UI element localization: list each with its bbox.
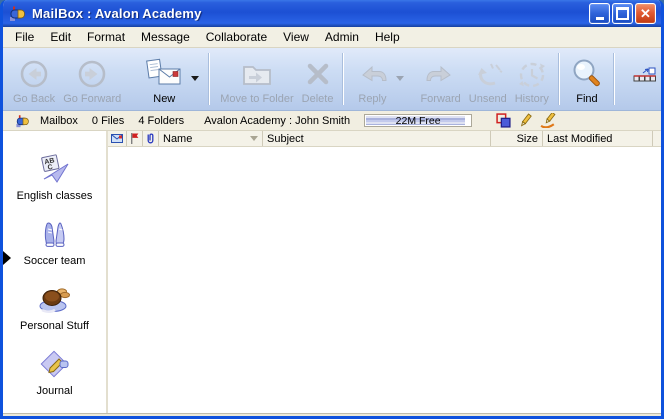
new-message-icon (143, 58, 185, 90)
close-button[interactable]: ✕ (635, 3, 656, 24)
toolbar-separator (209, 53, 210, 105)
status-bar: 4 Items. (3, 413, 661, 419)
sidebar-header-gap (3, 131, 108, 147)
list-column-header: Name Subject Size Last Modified (3, 131, 661, 147)
message-list[interactable] (108, 147, 661, 413)
unsend-arrow-icon (472, 60, 504, 90)
mailbox-app-icon (9, 5, 27, 22)
minimize-button[interactable] (589, 3, 610, 24)
folder-english-classes[interactable]: AB C English classes (3, 153, 106, 202)
reply-arrow-icon (354, 60, 390, 90)
window-title: MailBox : Avalon Academy (32, 6, 589, 21)
new-dropdown-arrow-icon[interactable] (191, 76, 199, 81)
sort-arrow-icon (250, 136, 258, 141)
delete-x-icon (303, 60, 333, 90)
menu-file[interactable]: File (7, 28, 42, 46)
files-count: 0 Files (92, 115, 124, 127)
find-magnifier-icon (570, 58, 604, 90)
folder-journal[interactable]: Journal (3, 348, 106, 397)
mailbox-icon (15, 114, 31, 128)
envelope-icon (111, 134, 123, 143)
move-to-folder-icon (239, 60, 275, 90)
menu-message[interactable]: Message (133, 28, 198, 46)
column-name[interactable]: Name (159, 131, 263, 146)
folder-soccer-team[interactable]: Soccer team (3, 218, 106, 267)
pages-overlap-icon[interactable] (496, 113, 511, 128)
menu-format[interactable]: Format (79, 28, 133, 46)
flag-icon (130, 133, 139, 144)
menu-collaborate[interactable]: Collaborate (198, 28, 275, 46)
paperclip-icon (146, 133, 155, 145)
abc-paper-plane-icon: AB C (38, 153, 72, 187)
delete-button[interactable]: Delete (298, 53, 338, 107)
pencil-icon[interactable] (519, 113, 532, 128)
toolbar-separator (343, 53, 344, 105)
column-header-tail (653, 131, 661, 146)
menu-admin[interactable]: Admin (317, 28, 367, 46)
maximize-button[interactable] (612, 3, 633, 24)
toolbar-separator (559, 53, 560, 105)
go-forward-button[interactable]: Go Forward (59, 53, 125, 107)
quota-bar: 22M Free (364, 114, 472, 127)
journal-pen-icon (38, 348, 72, 382)
sidebar-collapse-handle[interactable] (3, 250, 12, 266)
account-label: Avalon Academy : John Smith (204, 115, 350, 127)
find-button[interactable]: Find (566, 53, 608, 107)
column-attachment[interactable] (143, 131, 159, 146)
new-button[interactable]: New (139, 53, 189, 107)
forward-button[interactable]: Forward (416, 53, 464, 107)
unsend-button[interactable]: Unsend (465, 53, 511, 107)
menu-edit[interactable]: Edit (42, 28, 79, 46)
circle-arrow-left-icon (17, 60, 51, 90)
history-clock-icon (516, 60, 548, 90)
history-button[interactable]: History (511, 53, 553, 107)
column-last-modified[interactable]: Last Modified (543, 131, 653, 146)
column-size[interactable]: Size (491, 131, 543, 146)
quota-label: 22M Free (365, 115, 471, 126)
sneakers-icon (38, 218, 72, 252)
toolbar: Go Back Go Forward New (3, 48, 661, 111)
menu-help[interactable]: Help (367, 28, 408, 46)
folder-personal-stuff[interactable]: Personal Stuff (3, 283, 106, 332)
menu-view[interactable]: View (275, 28, 317, 46)
folder-sidebar: AB C English classes Soccer team (3, 147, 108, 413)
toolbar-customize-icon[interactable] (633, 67, 657, 83)
column-flag[interactable] (127, 131, 143, 146)
toolbar-separator (614, 53, 615, 105)
location-label: Mailbox (40, 115, 78, 127)
forward-arrow-icon (423, 60, 459, 90)
menu-bar: File Edit Format Message Collaborate Vie… (3, 27, 661, 48)
app-window: MailBox : Avalon Academy ✕ File Edit For… (0, 0, 664, 419)
go-back-button[interactable]: Go Back (9, 53, 59, 107)
info-bar: Mailbox 0 Files 4 Folders Avalon Academy… (3, 111, 661, 131)
coffee-cup-icon (38, 283, 72, 317)
reply-button[interactable]: Reply (350, 53, 394, 107)
move-to-folder-button[interactable]: Move to Folder (216, 53, 297, 107)
content-area: AB C English classes Soccer team (3, 147, 661, 413)
folders-count: 4 Folders (138, 115, 184, 127)
title-bar[interactable]: MailBox : Avalon Academy ✕ (3, 0, 661, 27)
column-subject[interactable]: Subject (263, 131, 491, 146)
reply-dropdown-arrow-icon[interactable] (396, 76, 404, 81)
circle-arrow-right-icon (75, 60, 109, 90)
column-message-type[interactable] (108, 131, 127, 146)
signature-pen-icon[interactable] (540, 113, 557, 128)
